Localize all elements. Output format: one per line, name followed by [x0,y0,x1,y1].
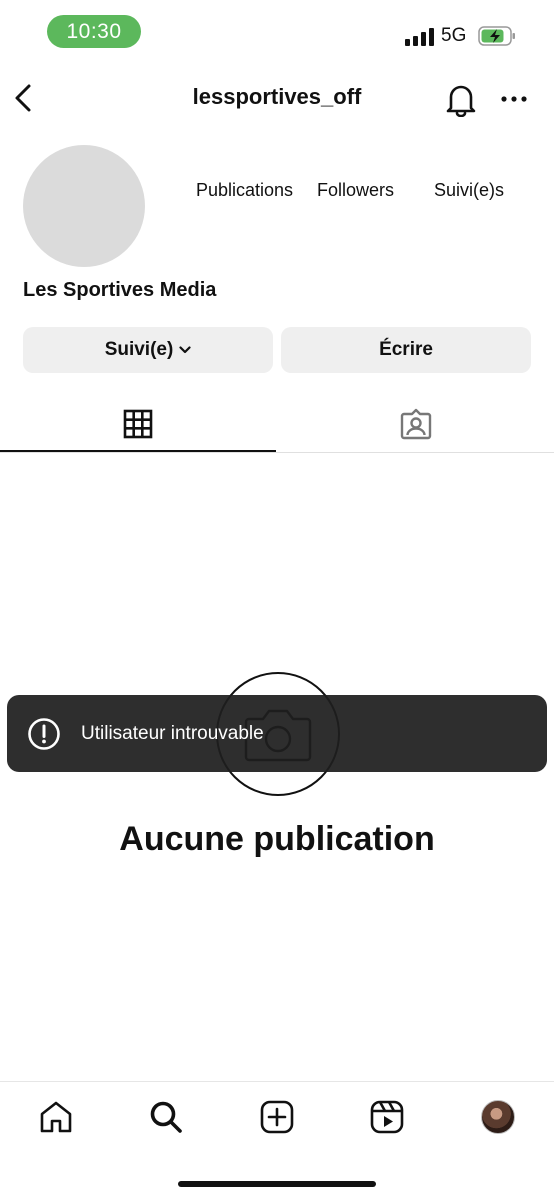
following-button-label: Suivi(e) [104,339,174,360]
exclamation-circle-icon [27,717,61,751]
nav-reels[interactable] [364,1094,410,1140]
tab-tagged[interactable] [278,398,554,450]
nav-search[interactable] [143,1094,189,1140]
reels-icon [370,1100,404,1134]
display-name: Les Sportives Media [23,279,217,301]
signal-icon [405,28,434,46]
more-dots-icon [501,96,527,102]
tagged-person-icon [400,408,432,440]
nav-home[interactable] [33,1094,79,1140]
bottom-nav-divider [0,1081,554,1082]
publications-stat[interactable]: Publications [196,180,293,201]
chevron-down-icon [179,346,191,354]
profile-screen: 10:30 5G lessportives_off Publications F… [0,0,554,1200]
profile-avatar [23,145,145,267]
home-icon [40,1101,72,1133]
home-indicator[interactable] [178,1181,376,1187]
tab-grid[interactable] [0,398,276,450]
nav-create[interactable] [254,1094,300,1140]
more-options-button[interactable] [498,86,530,112]
plus-square-icon [260,1100,294,1134]
network-label: 5G [441,25,467,46]
message-button[interactable]: Écrire [281,327,531,373]
battery-icon [478,26,516,46]
avatar [481,1100,515,1134]
back-button[interactable] [8,80,38,116]
notifications-button[interactable] [444,80,478,118]
error-toast[interactable]: Utilisateur introuvable [7,695,547,772]
following-button[interactable]: Suivi(e) [23,327,273,373]
toast-message: Utilisateur introuvable [81,722,264,744]
tab-divider [0,452,554,453]
following-stat[interactable]: Suivi(e)s [434,180,504,201]
chevron-left-icon [15,84,31,112]
bell-icon [446,85,476,117]
message-button-label: Écrire [379,339,433,360]
nav-profile[interactable] [475,1094,521,1140]
status-time: 10:30 [47,15,141,48]
search-icon [150,1101,182,1133]
grid-icon [123,409,153,439]
empty-state-title: Aucune publication [119,820,435,858]
followers-stat[interactable]: Followers [317,180,394,201]
